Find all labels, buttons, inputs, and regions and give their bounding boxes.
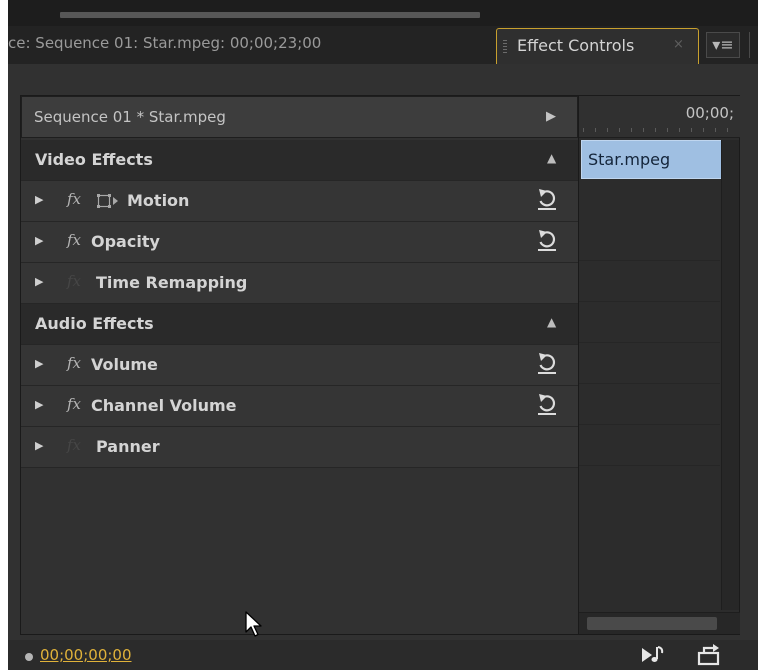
panel-tab-bar: ce: Sequence 01: Star.mpeg: 00;00;23;00 … bbox=[8, 26, 758, 64]
tab-drag-grip-icon[interactable] bbox=[503, 40, 507, 54]
fx-toggle-icon[interactable]: fx bbox=[67, 190, 81, 208]
effect-label: Opacity bbox=[91, 232, 160, 251]
fx-toggle-icon[interactable]: fx bbox=[67, 354, 81, 372]
section-audio-effects[interactable]: Audio Effects ▲ bbox=[21, 304, 578, 345]
reset-icon[interactable] bbox=[536, 229, 558, 253]
section-label: Audio Effects bbox=[35, 314, 154, 333]
window-scroll-grip[interactable] bbox=[60, 12, 480, 18]
play-audio-icon[interactable] bbox=[640, 644, 666, 666]
section-label: Video Effects bbox=[35, 150, 153, 169]
effect-controls-panel: Sequence 01 * Star.mpeg ▶ Video Effects … bbox=[20, 95, 740, 637]
effect-label: Panner bbox=[96, 437, 160, 456]
mouse-pointer-icon bbox=[245, 611, 262, 637]
title-strip bbox=[8, 0, 758, 26]
effect-label: Motion bbox=[127, 191, 190, 210]
motion-transform-icon[interactable] bbox=[97, 193, 119, 209]
effect-row-volume[interactable]: ▶ fx Volume bbox=[21, 345, 578, 386]
timeline-clip-label: Star.mpeg bbox=[588, 150, 671, 169]
disclosure-triangle-icon[interactable]: ▶ bbox=[35, 275, 43, 288]
reset-icon[interactable] bbox=[536, 352, 558, 376]
show-timeline-toggle-icon[interactable]: ▶ bbox=[546, 109, 556, 124]
close-icon[interactable]: × bbox=[673, 37, 684, 52]
horizontal-scrollbar[interactable] bbox=[579, 612, 740, 634]
vertical-scrollbar[interactable] bbox=[721, 140, 739, 610]
timeline-clip[interactable]: Star.mpeg bbox=[581, 140, 738, 179]
disclosure-triangle-icon[interactable]: ▶ bbox=[35, 193, 43, 206]
panel-footer: 00;00;00;00 bbox=[8, 640, 758, 670]
effect-label: Channel Volume bbox=[91, 396, 237, 415]
effect-row-panner[interactable]: ▶ fx Panner bbox=[21, 427, 578, 468]
screenshot-frame: ce: Sequence 01: Star.mpeg: 00;00;23;00 … bbox=[0, 0, 758, 670]
fx-disabled-icon: fx bbox=[67, 272, 82, 290]
effect-row-opacity[interactable]: ▶ fx Opacity bbox=[21, 222, 578, 263]
effect-row-time-remapping[interactable]: ▶ fx Time Remapping bbox=[21, 263, 578, 304]
premiere-window: ce: Sequence 01: Star.mpeg: 00;00;23;00 … bbox=[8, 0, 758, 670]
reset-icon[interactable] bbox=[536, 393, 558, 417]
fx-disabled-icon: fx bbox=[67, 436, 82, 454]
panel-menu-button[interactable]: ▾≡ bbox=[706, 32, 740, 58]
effect-row-motion[interactable]: ▶ fx Motion bbox=[21, 181, 578, 222]
clip-header[interactable]: Sequence 01 * Star.mpeg ▶ bbox=[21, 96, 578, 138]
effect-row-channel-volume[interactable]: ▶ fx Channel Volume bbox=[21, 386, 578, 427]
clip-name: Sequence 01 * Star.mpeg bbox=[34, 108, 226, 126]
effect-label: Volume bbox=[91, 355, 158, 374]
effects-list: Video Effects ▲ ▶ fx Motion ▶ fx Opacity… bbox=[21, 140, 578, 468]
tab-source-monitor[interactable]: ce: Sequence 01: Star.mpeg: 00;00;23;00 bbox=[8, 34, 321, 58]
ruler-ticks bbox=[583, 128, 733, 132]
disclosure-triangle-icon[interactable]: ▶ bbox=[35, 234, 43, 247]
export-icon[interactable] bbox=[696, 644, 722, 666]
timeline-ruler[interactable]: 00;00; bbox=[579, 96, 740, 138]
disclosure-triangle-icon[interactable]: ▶ bbox=[35, 398, 43, 411]
tab-effect-controls-label: Effect Controls bbox=[517, 36, 635, 55]
current-timecode[interactable]: 00;00;00;00 bbox=[40, 646, 132, 664]
reset-icon[interactable] bbox=[536, 188, 558, 212]
collapse-arrow-icon[interactable]: ▲ bbox=[547, 315, 556, 329]
effect-label: Time Remapping bbox=[96, 273, 248, 292]
tab-bar-edge bbox=[749, 32, 758, 58]
scrollbar-thumb[interactable] bbox=[587, 617, 717, 630]
timecode-indicator-icon bbox=[25, 653, 33, 661]
effect-timeline[interactable]: 00;00; Star.mpeg bbox=[578, 96, 740, 634]
timeline-track-rows bbox=[579, 220, 720, 503]
timeline-time: 00;00; bbox=[685, 104, 734, 122]
collapse-arrow-icon[interactable]: ▲ bbox=[547, 151, 556, 165]
disclosure-triangle-icon[interactable]: ▶ bbox=[35, 357, 43, 370]
tab-effect-controls[interactable]: Effect Controls × bbox=[496, 28, 699, 64]
fx-toggle-icon[interactable]: fx bbox=[67, 231, 81, 249]
fx-toggle-icon[interactable]: fx bbox=[67, 395, 81, 413]
section-video-effects[interactable]: Video Effects ▲ bbox=[21, 140, 578, 181]
disclosure-triangle-icon[interactable]: ▶ bbox=[35, 439, 43, 452]
